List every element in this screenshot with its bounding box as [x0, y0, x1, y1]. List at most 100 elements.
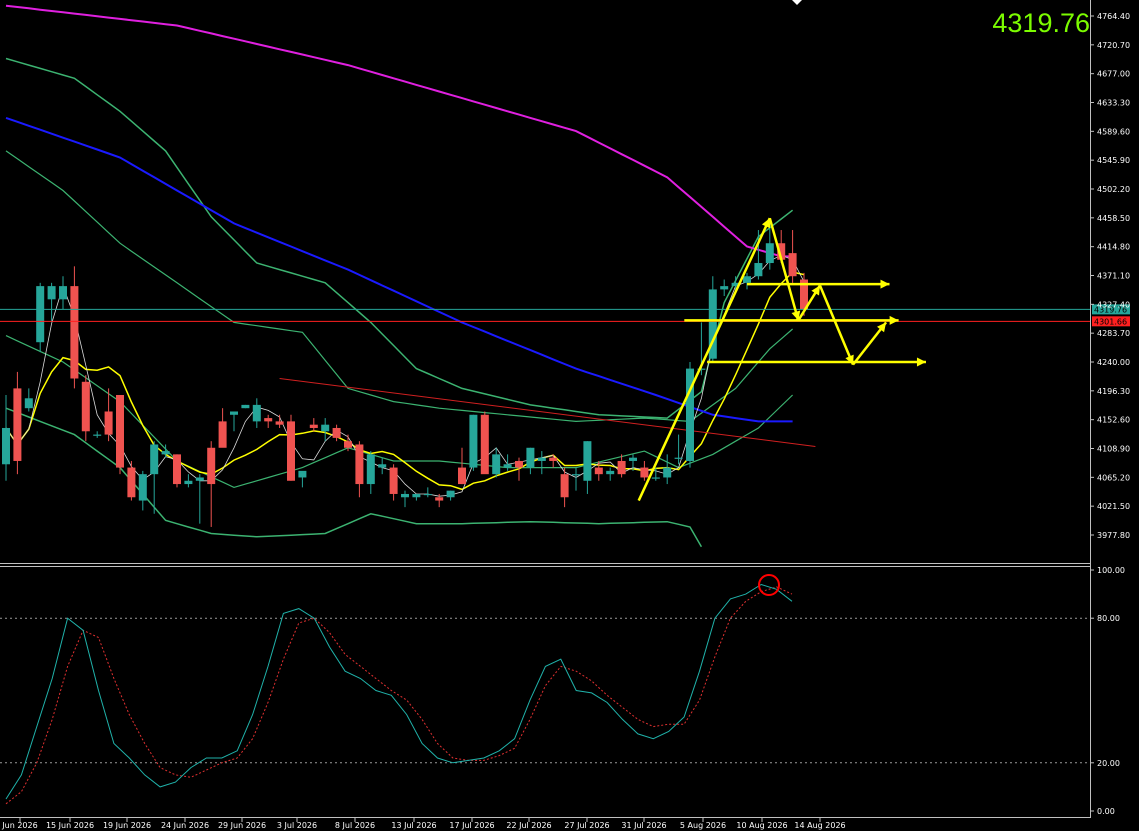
- candle-body: [720, 286, 729, 290]
- candle-body: [754, 263, 763, 277]
- candle[interactable]: [173, 454, 181, 488]
- candle-body: [640, 467, 649, 478]
- candle-body: [366, 454, 375, 485]
- stoch-tick-label: 100.00: [1097, 566, 1125, 575]
- candle-body: [355, 444, 364, 485]
- date-tick-label: 5 Aug 2026: [680, 821, 726, 830]
- date-tick-label: 15 Jun 2026: [46, 821, 94, 830]
- price-tick-label: 4589.60: [1097, 127, 1130, 136]
- price-tick-label: 4545.90: [1097, 156, 1130, 165]
- current-price-display: 4319.76: [992, 8, 1090, 38]
- price-tick-label: 4677.00: [1097, 70, 1130, 79]
- price-tick-label: 4502.20: [1097, 185, 1130, 194]
- candle-body: [606, 470, 615, 475]
- candle-body: [651, 477, 660, 479]
- date-tick-label: 19 Jun 2026: [103, 821, 151, 830]
- candle-body: [161, 451, 170, 455]
- candle-body: [788, 253, 797, 277]
- candle-body: [743, 276, 751, 283]
- candle-body: [480, 414, 489, 475]
- candle[interactable]: [287, 414, 295, 481]
- candle-body: [287, 421, 295, 481]
- candle-body: [36, 286, 45, 343]
- candle-body: [104, 411, 113, 435]
- candle-body: [195, 477, 204, 481]
- candle-body: [309, 424, 318, 428]
- price-tick-label: 4283.70: [1097, 329, 1130, 338]
- candle-body: [583, 441, 592, 481]
- date-tick-label: 29 Jun 2026: [218, 821, 266, 830]
- candle-body: [184, 480, 193, 485]
- candle-body: [663, 467, 672, 478]
- price-tick-label: 4458.50: [1097, 214, 1130, 223]
- candle-body: [503, 464, 512, 468]
- candle-body: [241, 404, 250, 409]
- candle-body: [389, 467, 398, 494]
- candle-body: [401, 493, 409, 498]
- candle-body: [150, 444, 159, 475]
- price-tick-label: 4371.10: [1097, 272, 1130, 281]
- candle-body: [207, 447, 216, 485]
- candle-body: [344, 441, 352, 448]
- price-tick-label: 4720.70: [1097, 41, 1130, 50]
- candle-body: [24, 398, 33, 409]
- price-tick-label: 4152.60: [1097, 416, 1130, 425]
- candle-body: [264, 418, 273, 422]
- candle-body: [93, 434, 102, 436]
- candle-body: [47, 286, 56, 300]
- candle-body: [13, 388, 22, 461]
- candle[interactable]: [81, 375, 90, 442]
- candle[interactable]: [36, 282, 45, 353]
- price-tick-label: 3977.80: [1097, 531, 1130, 540]
- chart-svg: 4319.76 4301.66 4764.40 4720.70 4677.00 4633…: [0, 0, 1139, 831]
- candle-body: [765, 243, 774, 264]
- stoch-tick-label: 80.00: [1097, 614, 1120, 623]
- candle-body: [423, 493, 432, 496]
- candle-body: [321, 424, 330, 432]
- price-tick-label: 4065.20: [1097, 473, 1130, 482]
- candle-body: [2, 427, 10, 465]
- date-tick-label: 31 Jul 2026: [621, 821, 666, 830]
- price-tick-label: 4327.40: [1097, 300, 1130, 309]
- date-tick-label: 27 Jul 2026: [564, 821, 609, 830]
- price-tick-label: 4108.90: [1097, 445, 1130, 454]
- candle-body: [435, 497, 444, 501]
- date-tick-label: 14 Aug 2026: [794, 821, 845, 830]
- candle[interactable]: [116, 394, 124, 475]
- candle-body: [116, 394, 124, 468]
- candle-body: [617, 460, 626, 475]
- candle-body: [298, 470, 307, 478]
- candle-body: [81, 381, 90, 432]
- candle-body: [549, 457, 558, 461]
- candle-body: [492, 454, 501, 475]
- candle[interactable]: [469, 414, 478, 471]
- candle-body: [218, 421, 227, 448]
- candle-body: [412, 493, 421, 498]
- candle-body: [275, 421, 284, 425]
- date-tick-label: 22 Jul 2026: [506, 821, 551, 830]
- candle-body: [526, 447, 535, 468]
- stoch-tick-label: 0.00: [1097, 807, 1115, 816]
- price-tick-label: 4764.40: [1097, 12, 1130, 21]
- candle-body: [537, 457, 546, 461]
- date-tick-label: 17 Jul 2026: [449, 821, 494, 830]
- candle-body: [572, 474, 580, 476]
- candle[interactable]: [686, 362, 694, 468]
- date-tick-label: 8 Jul 2026: [335, 821, 375, 830]
- candle[interactable]: [241, 404, 250, 409]
- price-tick-label: 4414.80: [1097, 243, 1130, 252]
- price-tick-label: 4021.50: [1097, 502, 1130, 511]
- candle-body: [173, 454, 181, 485]
- date-tick-label: 3 Jul 2026: [277, 821, 317, 830]
- date-tick-label: Jun 2026: [1, 821, 37, 830]
- date-tick-label: 10 Aug 2026: [736, 821, 787, 830]
- price-tick-label: 4633.30: [1097, 99, 1130, 108]
- price-tick-label: 4196.30: [1097, 387, 1130, 396]
- candle-body: [378, 464, 387, 468]
- candle-body: [515, 460, 523, 468]
- date-tick-label: 24 Jun 2026: [161, 821, 209, 830]
- candle-body: [332, 427, 341, 438]
- date-tick-label: 13 Jul 2026: [391, 821, 436, 830]
- candle-body: [70, 286, 79, 379]
- candle[interactable]: [480, 411, 489, 475]
